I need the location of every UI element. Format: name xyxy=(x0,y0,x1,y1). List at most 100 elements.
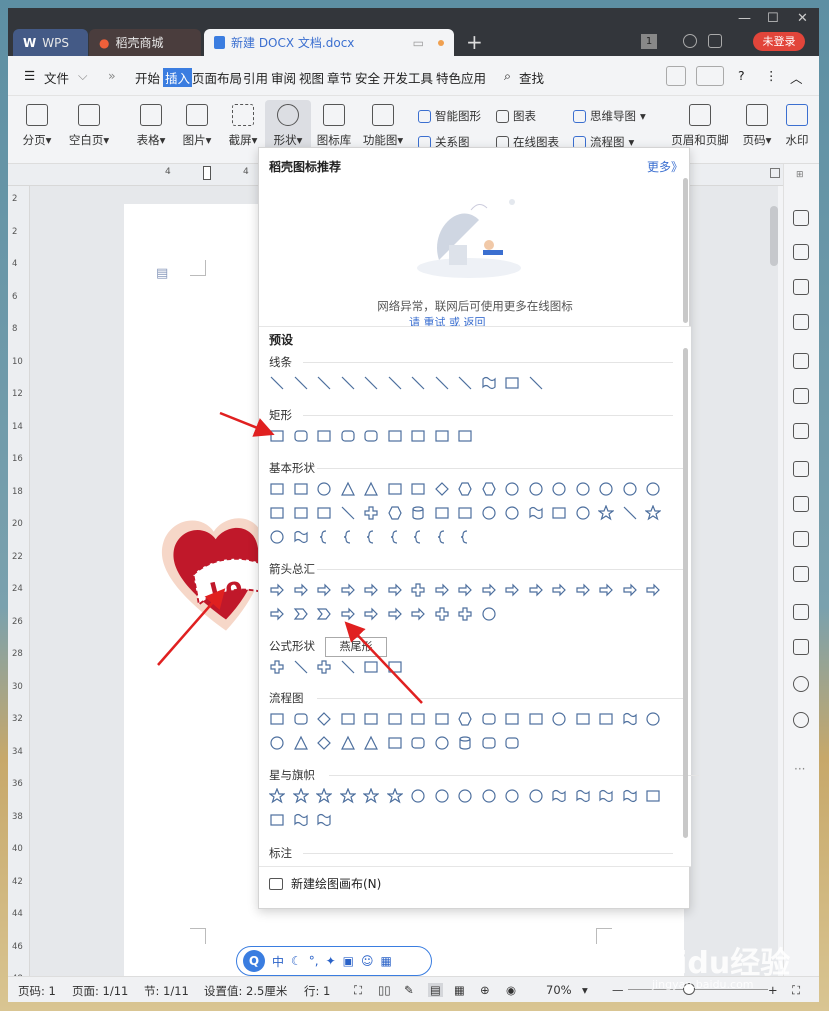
shape-circ-icon[interactable] xyxy=(481,788,497,804)
apps-icon[interactable] xyxy=(793,388,809,404)
shirt-icon[interactable] xyxy=(708,34,722,48)
shape-circ-icon[interactable] xyxy=(551,711,567,727)
ime-mode[interactable]: 中 xyxy=(272,953,284,970)
shape-wave-icon[interactable] xyxy=(293,812,309,828)
shape-rect-icon[interactable] xyxy=(293,481,309,497)
shape-star-icon[interactable] xyxy=(269,788,285,804)
shape-rect-icon[interactable] xyxy=(269,481,285,497)
shape-line-icon[interactable] xyxy=(293,375,309,391)
shape-plus-icon[interactable] xyxy=(410,582,426,598)
shape-plus-icon[interactable] xyxy=(269,659,285,675)
shape-brace-icon[interactable] xyxy=(363,529,379,545)
history-icon[interactable] xyxy=(793,676,809,692)
shape-hex-icon[interactable] xyxy=(481,481,497,497)
shape-line-icon[interactable] xyxy=(528,375,544,391)
expand-icon[interactable]: ⊞ xyxy=(796,170,804,180)
shape-circ-icon[interactable] xyxy=(504,505,520,521)
shape-arrow-icon[interactable] xyxy=(551,582,567,598)
shape-rrect-icon[interactable] xyxy=(481,711,497,727)
fit-page-icon[interactable]: ⛶ xyxy=(792,983,800,998)
shape-arrow-icon[interactable] xyxy=(269,582,285,598)
shape-arrow-icon[interactable] xyxy=(363,582,379,598)
shape-star-icon[interactable] xyxy=(316,788,332,804)
shape-circ-icon[interactable] xyxy=(269,735,285,751)
shape-rect-icon[interactable] xyxy=(363,711,379,727)
shape-brace-icon[interactable] xyxy=(457,529,473,545)
shape-line-icon[interactable] xyxy=(269,375,285,391)
moon-icon[interactable]: ☾ xyxy=(291,954,302,968)
shape-circ-icon[interactable] xyxy=(316,481,332,497)
shape-circ-icon[interactable] xyxy=(551,481,567,497)
ruler-toggle-icon[interactable] xyxy=(770,168,780,178)
maximize-icon[interactable]: ☐ xyxy=(767,11,779,26)
vertical-scrollbar[interactable] xyxy=(770,206,778,266)
menu-insert[interactable]: 插入 xyxy=(163,68,193,87)
shape-rrect-icon[interactable] xyxy=(293,428,309,444)
tab-document[interactable]: 新建 DOCX 文档.docx ▭ xyxy=(204,29,454,56)
shape-star-icon[interactable] xyxy=(386,788,403,804)
paragraph-handle-icon[interactable]: ▤ xyxy=(156,266,168,281)
shape-arrow-icon[interactable] xyxy=(387,582,403,598)
shape-tri-icon[interactable] xyxy=(340,481,356,497)
status-setting[interactable]: 设置值: 2.5厘米 xyxy=(204,983,287,999)
chart-button[interactable]: 图表 xyxy=(496,108,536,124)
zoom-dropdown-icon[interactable]: ▾ xyxy=(582,983,588,997)
shape-star-icon[interactable] xyxy=(292,788,309,804)
new-drawing-canvas-button[interactable]: 新建绘图画布(N) xyxy=(259,866,691,900)
shape-arrow-icon[interactable] xyxy=(293,582,309,598)
shape-arrow-icon[interactable] xyxy=(622,582,638,598)
shape-rrect-icon[interactable] xyxy=(481,735,497,751)
help-side-icon[interactable] xyxy=(793,712,809,728)
shape-star-icon[interactable] xyxy=(645,505,661,521)
more-icons-link[interactable]: 更多》 xyxy=(647,158,683,175)
shape-rect-icon[interactable] xyxy=(598,711,614,727)
shape-tri-icon[interactable] xyxy=(363,481,379,497)
translate-icon[interactable] xyxy=(793,531,809,547)
shape-arrow-icon[interactable] xyxy=(410,606,426,622)
menu-start[interactable]: 开始 xyxy=(135,68,160,87)
shape-cyl-icon[interactable] xyxy=(457,735,473,751)
shape-plus-icon[interactable] xyxy=(316,659,332,675)
shape-line-icon[interactable] xyxy=(622,505,638,521)
indent-marker[interactable] xyxy=(203,166,211,180)
shield-icon[interactable] xyxy=(793,639,809,655)
shape-dia-icon[interactable] xyxy=(316,711,332,727)
shape-chev-icon[interactable] xyxy=(293,606,309,622)
shape-brace-icon[interactable] xyxy=(410,529,426,545)
shape-circ-icon[interactable] xyxy=(622,481,638,497)
shape-brace-icon[interactable] xyxy=(340,529,356,545)
shape-brace-icon[interactable] xyxy=(316,529,332,545)
page-break-button[interactable]: 分页▾ xyxy=(14,100,60,156)
shape-rect-icon[interactable] xyxy=(457,428,473,444)
shape-rrect-icon[interactable] xyxy=(504,735,520,751)
shape-wave-icon[interactable] xyxy=(551,788,567,804)
page-number-button[interactable]: 页码▾ xyxy=(734,100,780,156)
monitor-icon[interactable]: ▭ xyxy=(413,36,424,50)
shape-rect-icon[interactable] xyxy=(457,505,473,521)
shape-tri-icon[interactable] xyxy=(293,735,309,751)
shape-rect-icon[interactable] xyxy=(434,428,450,444)
shape-line-icon[interactable] xyxy=(410,375,426,391)
zoom-out-icon[interactable]: — xyxy=(612,983,624,997)
shape-dia-icon[interactable] xyxy=(316,735,332,751)
login-button[interactable]: 未登录 xyxy=(753,32,805,51)
shape-arrow-icon[interactable] xyxy=(434,582,450,598)
shape-arrow-icon[interactable] xyxy=(457,582,473,598)
archive-icon[interactable] xyxy=(793,566,809,582)
hamburger-icon[interactable]: ☰ xyxy=(24,68,35,83)
shape-rect-icon[interactable] xyxy=(387,428,403,444)
shape-circ-icon[interactable] xyxy=(457,788,473,804)
shape-plus-icon[interactable] xyxy=(434,606,450,622)
shape-circ-icon[interactable] xyxy=(575,505,591,521)
book-view-icon[interactable]: ▯▯ xyxy=(378,983,391,997)
shape-line-icon[interactable] xyxy=(457,375,473,391)
shape-plus-icon[interactable] xyxy=(457,606,473,622)
shape-circ-icon[interactable] xyxy=(528,788,544,804)
presets-scrollbar[interactable] xyxy=(683,348,688,838)
shape-line-icon[interactable] xyxy=(434,375,450,391)
shape-circ-icon[interactable] xyxy=(434,788,450,804)
shape-hex-icon[interactable] xyxy=(387,505,403,521)
shape-rect-icon[interactable] xyxy=(434,711,450,727)
shape-arrow-icon[interactable] xyxy=(504,582,520,598)
shape-arrow-icon[interactable] xyxy=(363,606,379,622)
